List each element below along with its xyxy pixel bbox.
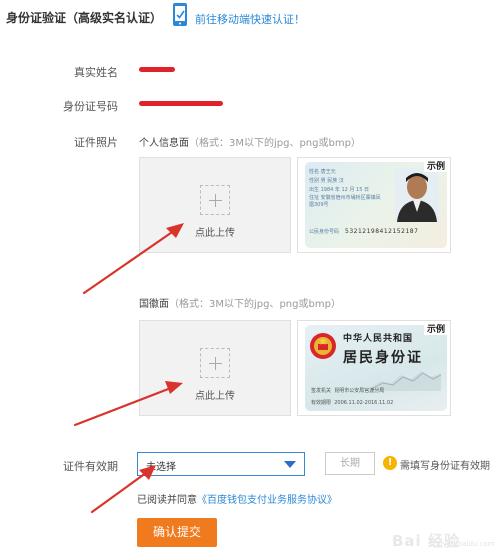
arrow-to-back-upload <box>73 384 178 427</box>
annotation-arrows <box>73 223 184 514</box>
arrow-to-back-upload-head <box>165 381 183 394</box>
arrow-to-validity-select-head <box>139 465 156 480</box>
arrow-to-validity-select <box>90 468 152 514</box>
arrow-to-front-upload <box>82 226 180 295</box>
